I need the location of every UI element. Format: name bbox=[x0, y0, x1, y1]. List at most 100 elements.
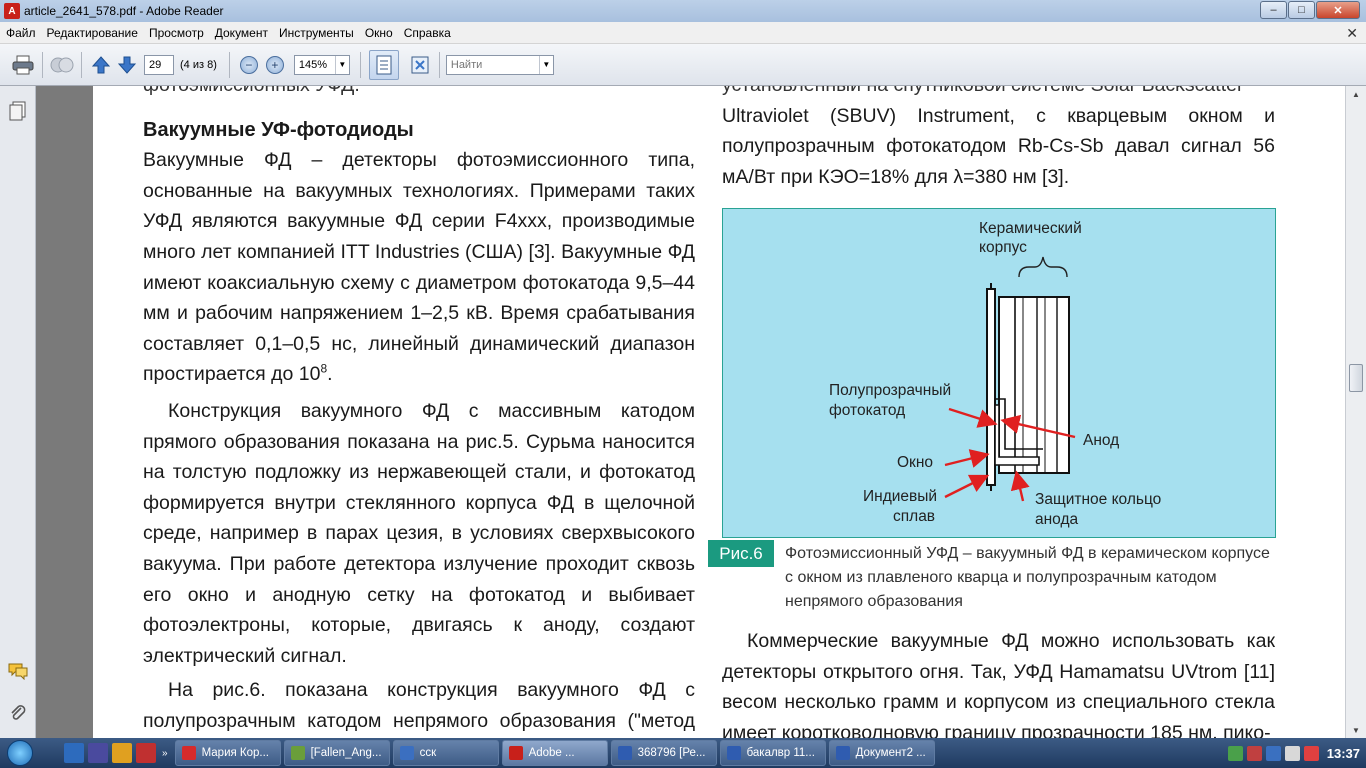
minimize-button[interactable]: – bbox=[1260, 1, 1287, 19]
menu-edit[interactable]: Редактирование bbox=[42, 26, 143, 40]
scroll-up-icon[interactable]: ▲ bbox=[1346, 86, 1366, 102]
zoom-value: 145% bbox=[298, 58, 328, 71]
toolbar-separator bbox=[81, 51, 82, 78]
window-flange bbox=[986, 288, 996, 486]
word-icon bbox=[835, 746, 850, 760]
quick-launch-icon[interactable] bbox=[136, 743, 156, 763]
next-page-button[interactable] bbox=[114, 52, 140, 78]
label-indium-2: сплав bbox=[893, 508, 936, 525]
window-title: article_2641_578.pdf - Adobe Reader bbox=[24, 4, 224, 18]
label-guard-ring-2: анода bbox=[1035, 511, 1079, 528]
word-icon bbox=[726, 746, 741, 760]
page-number-input[interactable] bbox=[144, 54, 174, 75]
search-input[interactable] bbox=[446, 58, 539, 71]
quick-launch-icon[interactable] bbox=[64, 743, 84, 763]
paragraph: Коммерческие вакуумные ФД можно использо… bbox=[722, 630, 1275, 738]
window-controls: – □ ✕ bbox=[1259, 1, 1360, 19]
menu-window[interactable]: Окно bbox=[360, 26, 398, 40]
arrow-down-icon bbox=[117, 56, 137, 74]
quick-launch-icon[interactable] bbox=[112, 743, 132, 763]
windows-logo-icon bbox=[7, 740, 33, 766]
search-box[interactable]: ▼ bbox=[445, 54, 554, 75]
scrollbar-thumb[interactable] bbox=[1349, 364, 1363, 392]
zoom-in-button[interactable]: + bbox=[265, 55, 284, 74]
figure-caption: Фотоэмиссионный УФД – вакуумный ФД в кер… bbox=[785, 545, 1270, 610]
full-screen-button[interactable] bbox=[407, 52, 433, 78]
close-button[interactable]: ✕ bbox=[1316, 1, 1360, 19]
cut-off-line: установленный на спутниковой системе Sol… bbox=[722, 86, 1275, 101]
task-button-3[interactable]: сск bbox=[392, 740, 499, 766]
figure-number-badge: Рис.6 bbox=[708, 540, 774, 567]
network-icon[interactable] bbox=[1227, 745, 1243, 761]
pages-icon bbox=[9, 101, 26, 121]
left-text-column: фотоэмиссионных УФД. Вакуумные УФ-фотоди… bbox=[143, 86, 695, 738]
task-button-4[interactable]: Adobe ... bbox=[501, 740, 608, 766]
zoom-out-button[interactable]: − bbox=[239, 55, 258, 74]
menu-file[interactable]: Файл bbox=[1, 26, 41, 40]
task-button-5[interactable]: 368796 [Ре... bbox=[610, 740, 717, 766]
page-count-label: (4 из 8) bbox=[180, 58, 217, 71]
pdf-icon bbox=[508, 746, 523, 760]
antivirus-icon[interactable] bbox=[1246, 745, 1262, 761]
language-icon[interactable] bbox=[1265, 745, 1281, 761]
chevron-down-icon[interactable]: ▼ bbox=[538, 55, 553, 74]
ceramic-housing bbox=[998, 296, 1070, 474]
scroll-down-icon[interactable]: ▼ bbox=[1346, 722, 1366, 738]
task-button-2[interactable]: [Fallen_Ang... bbox=[283, 740, 390, 766]
task-label: 368796 [Ре... bbox=[637, 747, 706, 759]
zoom-select[interactable]: 145% ▼ bbox=[293, 54, 350, 75]
paragraph: Ultraviolet (SBUV) Instrument, с кварцев… bbox=[722, 104, 1275, 188]
section-heading: Вакуумные УФ-фотодиоды bbox=[143, 118, 414, 141]
label-photocathode: Полупрозрачный bbox=[829, 382, 952, 399]
task-label: бакалвр 11... bbox=[746, 747, 815, 759]
brace bbox=[1018, 256, 1068, 278]
document-close-icon[interactable]: ✕ bbox=[1346, 25, 1358, 42]
toolbar-separator bbox=[359, 51, 361, 78]
app-icon bbox=[290, 746, 305, 760]
menu-document[interactable]: Документ bbox=[210, 26, 273, 40]
document-viewport[interactable]: фотоэмиссионных УФД. Вакуумные УФ-фотоди… bbox=[36, 86, 1345, 738]
menu-bar: Файл Редактирование Просмотр Документ Ин… bbox=[0, 22, 1366, 44]
arrow-up-icon bbox=[91, 55, 111, 73]
menu-help[interactable]: Справка bbox=[399, 26, 456, 40]
vertical-scrollbar[interactable]: ▲ ▼ bbox=[1345, 86, 1366, 738]
title-bar: A article_2641_578.pdf - Adobe Reader – … bbox=[0, 0, 1366, 22]
menu-tools[interactable]: Инструменты bbox=[274, 26, 359, 40]
quick-launch-icon[interactable] bbox=[88, 743, 108, 763]
fit-page-icon bbox=[376, 55, 392, 74]
previous-page-button[interactable] bbox=[88, 52, 114, 78]
comments-panel-button[interactable] bbox=[8, 660, 28, 682]
folder-icon bbox=[399, 746, 414, 760]
clock[interactable]: 13:37 bbox=[1327, 746, 1360, 761]
task-label: Мария Кор... bbox=[201, 747, 269, 759]
printer-icon bbox=[12, 55, 34, 74]
cut-off-line: фотоэмиссионных УФД. bbox=[143, 86, 695, 101]
task-button-1[interactable]: Мария Кор... bbox=[174, 740, 281, 766]
label-indium: Индиевый bbox=[863, 488, 938, 505]
figure-6: Керамический корпус Полупрозрачный фоток… bbox=[722, 208, 1276, 538]
start-button[interactable] bbox=[0, 738, 40, 768]
comment-icon bbox=[8, 663, 28, 680]
attachments-panel-button[interactable] bbox=[8, 702, 28, 724]
maximize-button[interactable]: □ bbox=[1288, 1, 1315, 19]
opera-icon bbox=[181, 746, 196, 760]
toolbar-separator bbox=[228, 51, 230, 78]
label-photocathode-2: фотокатод bbox=[829, 402, 906, 419]
task-button-7[interactable]: Документ2 ... bbox=[828, 740, 935, 766]
task-label: [Fallen_Ang... bbox=[310, 747, 382, 759]
taskbar: » Мария Кор... [Fallen_Ang... сск Adobe … bbox=[0, 738, 1366, 768]
menu-view[interactable]: Просмотр bbox=[144, 26, 209, 40]
collaborate-button[interactable] bbox=[49, 52, 75, 78]
more-icon[interactable]: » bbox=[162, 748, 168, 759]
pages-panel-button[interactable] bbox=[8, 100, 28, 122]
fit-page-button[interactable] bbox=[368, 49, 399, 80]
system-tray: 13:37 bbox=[1036, 738, 1366, 768]
print-button[interactable] bbox=[10, 52, 36, 78]
collaborate-icon bbox=[50, 57, 74, 72]
photodiode-diagram bbox=[944, 256, 1076, 502]
paragraph-end: . bbox=[327, 363, 333, 386]
flag-icon[interactable] bbox=[1303, 745, 1319, 761]
task-button-6[interactable]: бакалвр 11... bbox=[719, 740, 826, 766]
volume-icon[interactable] bbox=[1284, 745, 1300, 761]
label-anode: Анод bbox=[1083, 432, 1120, 449]
